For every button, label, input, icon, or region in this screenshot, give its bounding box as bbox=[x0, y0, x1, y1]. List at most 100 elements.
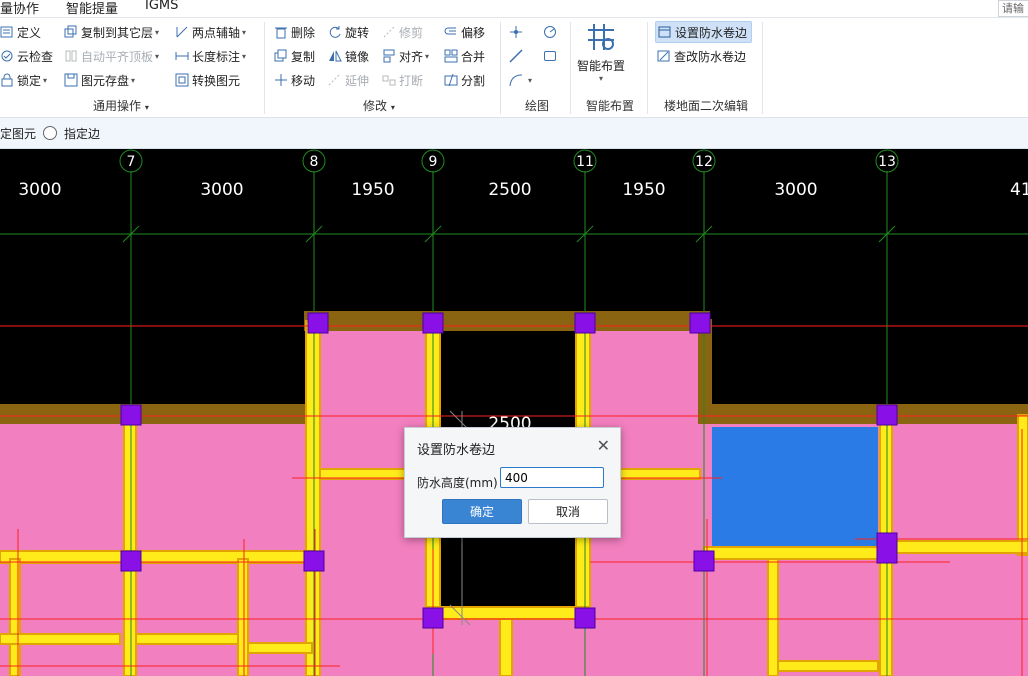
waterproof-edge-dialog: 设置防水卷边 ✕ 防水高度(mm) 确定 取消 bbox=[404, 427, 621, 538]
two-point-axis-button[interactable]: 两点辅轴 ▾ bbox=[175, 21, 246, 43]
ribbon: 定义 云检查 锁定 ▾ 复制到其它层 ▾ 自动平齐顶板 ▾ 图元存盘 ▾ 两点辅轴 ▾ 长… bbox=[0, 18, 1028, 118]
separator bbox=[264, 22, 265, 114]
two-point-axis-icon bbox=[176, 26, 188, 38]
beam bbox=[0, 404, 310, 424]
separator bbox=[762, 22, 763, 114]
drawing-canvas[interactable]: 7 8 9 11 12 13 3000 3000 1950 2500 1950 … bbox=[0, 149, 1028, 676]
rectangle-icon bbox=[544, 51, 556, 61]
dimension-label: 3000 bbox=[18, 180, 61, 200]
convert-icon bbox=[175, 73, 189, 87]
floor-edit-group-label: 楼地面二次编辑 bbox=[664, 99, 749, 113]
rotate-button[interactable]: 旋转 bbox=[328, 21, 369, 43]
line-icon bbox=[509, 49, 523, 63]
offset-icon bbox=[444, 27, 456, 35]
convert-element-button[interactable]: 转换图元 bbox=[175, 69, 240, 91]
dimension-label: 2500 bbox=[488, 180, 531, 200]
draw-line-button[interactable] bbox=[509, 45, 526, 67]
ok-button[interactable]: 确定 bbox=[442, 499, 522, 524]
option-bar: 定图元 指定边 bbox=[0, 118, 1028, 149]
beam bbox=[304, 311, 710, 331]
copy-icon bbox=[274, 49, 287, 62]
lock-icon bbox=[1, 73, 13, 87]
curve-icon bbox=[509, 74, 523, 87]
draw-group-label: 绘图 bbox=[525, 99, 550, 113]
copy-to-floor-button[interactable]: 复制到其它层 ▾ bbox=[64, 21, 159, 43]
dimension-label: 4100 bbox=[1010, 180, 1028, 200]
split-icon bbox=[444, 73, 458, 87]
copy-floor-icon bbox=[64, 25, 77, 38]
merge-icon bbox=[444, 49, 458, 63]
draw-curve-button[interactable]: ▾ bbox=[509, 69, 532, 91]
mirror-icon bbox=[329, 50, 342, 62]
split-button[interactable]: 分割 bbox=[444, 69, 485, 91]
beam bbox=[704, 404, 1028, 424]
dimension-icon bbox=[175, 52, 189, 60]
length-dimension-button[interactable]: 长度标注 ▾ bbox=[175, 45, 246, 67]
separator bbox=[647, 22, 648, 114]
mirror-button[interactable]: 镜像 bbox=[328, 45, 369, 67]
axis-label-8: 8 bbox=[310, 154, 319, 170]
trim-icon bbox=[383, 26, 395, 38]
align-icon bbox=[383, 49, 395, 63]
align-slab-icon bbox=[65, 50, 77, 62]
option-element-label[interactable]: 定图元 bbox=[0, 125, 36, 142]
chevron-down-icon: ▾ bbox=[242, 27, 247, 37]
chevron-down-icon: ▾ bbox=[425, 51, 430, 61]
draw-rect-button[interactable] bbox=[543, 45, 560, 67]
axis-label-9: 9 bbox=[429, 154, 438, 170]
set-waterproof-edge-button[interactable]: 设置防水卷边 bbox=[655, 21, 753, 43]
chevron-down-icon: ▾ bbox=[155, 27, 160, 37]
menu-collab[interactable]: 量协作 bbox=[0, 0, 39, 17]
break-icon bbox=[382, 75, 396, 86]
smart-layout-button[interactable]: 智能布置 ▾ bbox=[577, 20, 625, 83]
lock-button[interactable]: 锁定 ▾ bbox=[0, 69, 47, 91]
extend-button[interactable]: 延伸 bbox=[328, 69, 369, 91]
axis-label-12: 12 bbox=[695, 154, 713, 170]
element-save-button[interactable]: 图元存盘 ▾ bbox=[64, 69, 135, 91]
axis-label-11: 11 bbox=[576, 154, 594, 170]
extend-icon bbox=[328, 73, 341, 86]
selected-room[interactable] bbox=[712, 427, 878, 547]
dimension-label: 3000 bbox=[200, 180, 243, 200]
cloud-check-icon bbox=[1, 50, 13, 62]
draw-arc-button[interactable] bbox=[543, 21, 560, 43]
point-icon bbox=[510, 26, 522, 38]
trim-button[interactable]: 修剪 bbox=[382, 21, 423, 43]
waterproof-height-input[interactable] bbox=[500, 467, 604, 488]
close-icon[interactable]: ✕ bbox=[597, 436, 610, 455]
align-button[interactable]: 对齐 ▾ bbox=[382, 45, 429, 67]
chevron-down-icon: ▾ bbox=[242, 51, 247, 61]
general-ops-group-label: 通用操作 ▾ bbox=[93, 99, 149, 113]
cloud-check-button[interactable]: 云检查 bbox=[0, 45, 53, 67]
dimension-label: 1950 bbox=[351, 180, 394, 200]
dimension-label: 1950 bbox=[622, 180, 665, 200]
modify-waterproof-edge-button[interactable]: 查改防水卷边 bbox=[657, 45, 746, 67]
modify-group-label: 修改 ▾ bbox=[363, 99, 395, 113]
smart-layout-icon bbox=[588, 24, 614, 50]
chevron-down-icon: ▾ bbox=[599, 74, 604, 83]
rotate-icon bbox=[329, 26, 341, 38]
draw-point-button[interactable] bbox=[509, 21, 526, 43]
auto-align-slab-button[interactable]: 自动平齐顶板 ▾ bbox=[64, 45, 159, 67]
option-edge-radio[interactable] bbox=[43, 126, 57, 140]
move-icon bbox=[275, 74, 287, 86]
offset-button[interactable]: 偏移 bbox=[444, 21, 485, 43]
chevron-down-icon: ▾ bbox=[528, 75, 533, 85]
separator bbox=[570, 22, 571, 114]
search-input[interactable]: 请输 bbox=[998, 0, 1028, 17]
copy-button[interactable]: 复制 bbox=[274, 45, 315, 67]
merge-button[interactable]: 合并 bbox=[444, 45, 485, 67]
waterproof-edge-icon bbox=[658, 26, 671, 38]
separator bbox=[500, 22, 501, 114]
menu-smart-quantity[interactable]: 智能提量 bbox=[66, 0, 118, 17]
delete-button[interactable]: 删除 bbox=[274, 21, 315, 43]
move-button[interactable]: 移动 bbox=[274, 69, 315, 91]
cancel-button[interactable]: 取消 bbox=[528, 499, 608, 524]
break-button[interactable]: 打断 bbox=[382, 69, 423, 91]
option-edge-label[interactable]: 指定边 bbox=[64, 125, 100, 142]
menu-igms[interactable]: IGMS bbox=[145, 0, 178, 13]
define-button[interactable]: 定义 bbox=[0, 21, 41, 43]
dialog-title: 设置防水卷边 bbox=[417, 443, 496, 458]
save-icon bbox=[64, 73, 78, 87]
chevron-down-icon: ▾ bbox=[155, 51, 160, 61]
